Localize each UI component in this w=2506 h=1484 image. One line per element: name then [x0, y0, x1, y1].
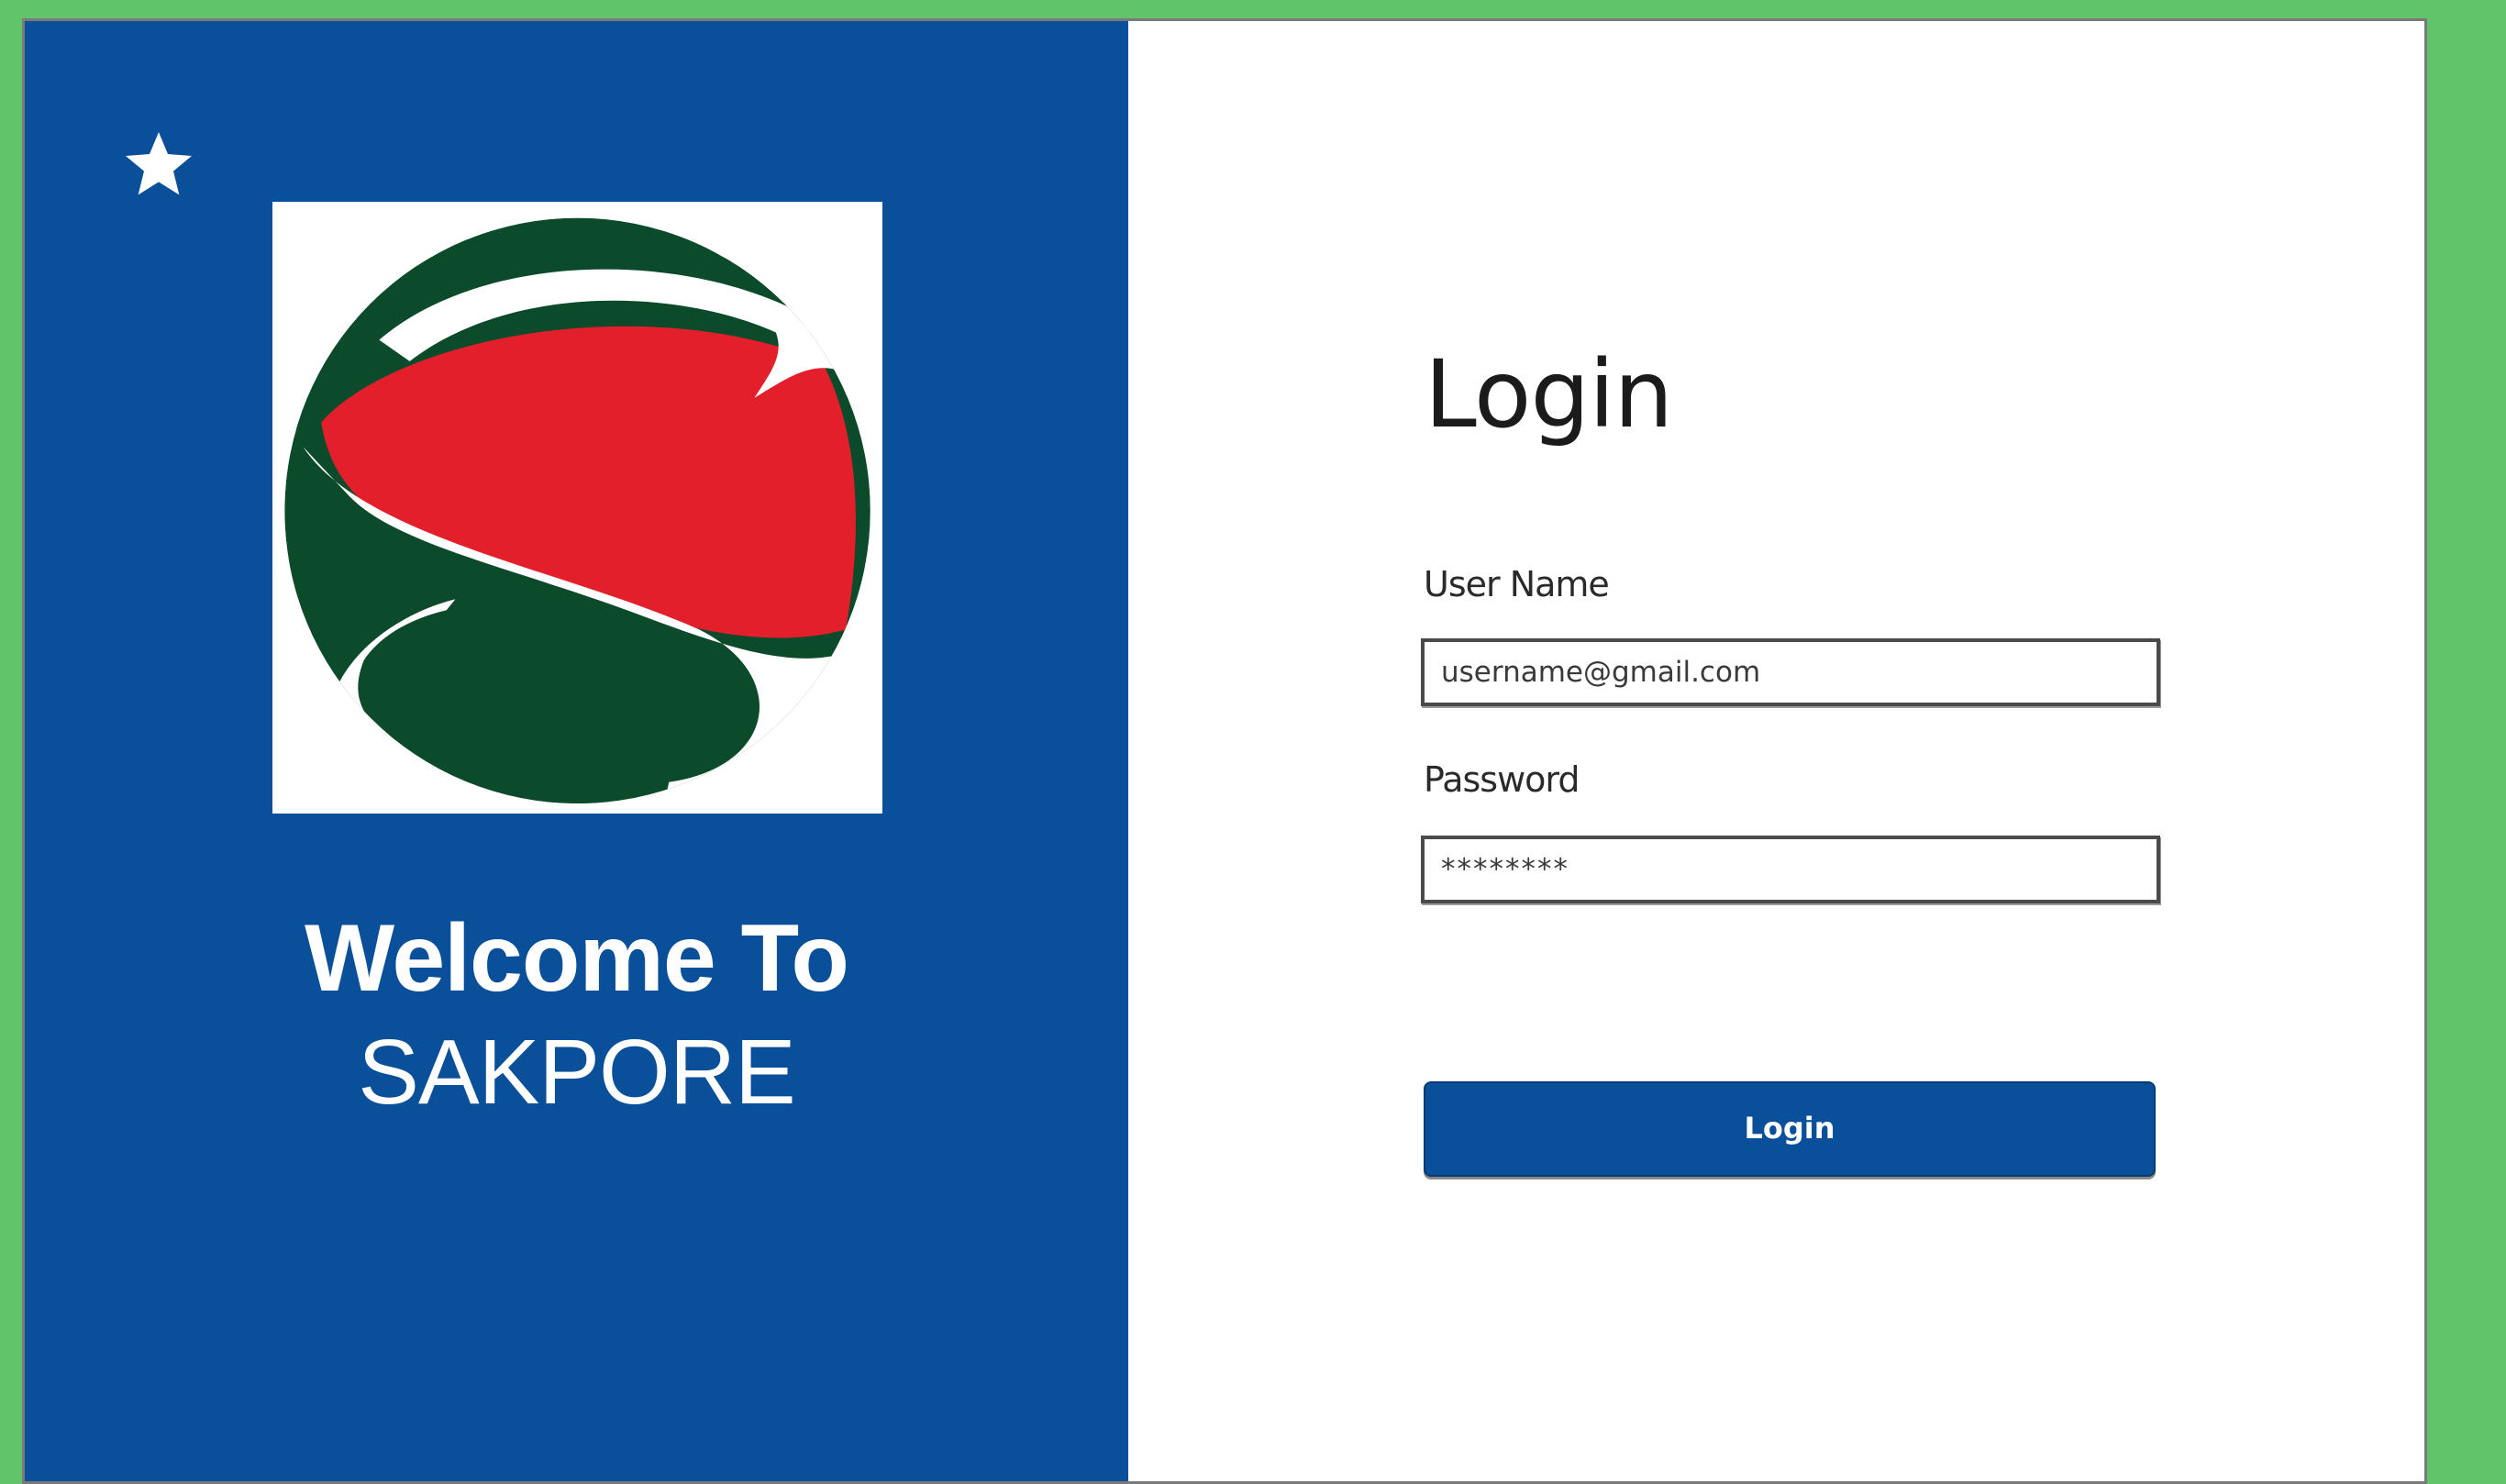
login-window: Welcome To SAKPORE Login User Name Passw…	[22, 18, 2427, 1484]
logo-graphic	[284, 217, 870, 804]
login-panel: Login User Name Password Login	[1128, 21, 2424, 1481]
password-label: Password	[1424, 759, 1580, 800]
login-button[interactable]: Login	[1424, 1081, 2156, 1177]
welcome-heading: Welcome To SAKPORE	[25, 902, 1128, 1129]
star-icon[interactable]	[122, 127, 195, 201]
username-label: User Name	[1424, 564, 1610, 604]
login-title: Login	[1425, 340, 1673, 449]
username-input[interactable]	[1421, 638, 2160, 706]
welcome-line-2: SAKPORE	[358, 1021, 796, 1124]
branding-panel: Welcome To SAKPORE	[25, 21, 1128, 1481]
welcome-line-1: Welcome To	[305, 905, 849, 1012]
page-background: Welcome To SAKPORE Login User Name Passw…	[0, 0, 2506, 1484]
sakpore-logo	[272, 202, 882, 814]
password-input[interactable]	[1421, 836, 2160, 903]
